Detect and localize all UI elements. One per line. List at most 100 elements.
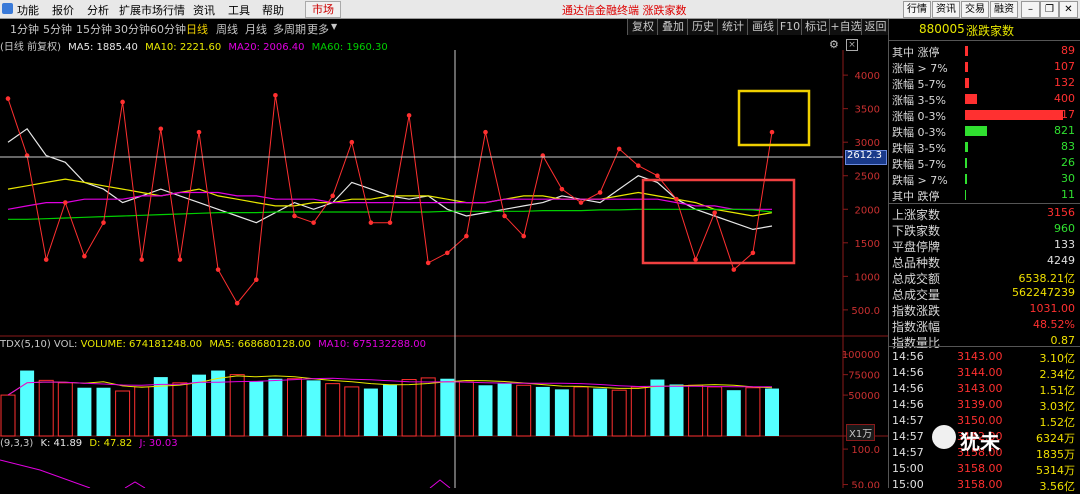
advance-count-point [483,129,488,135]
vol-tick-label: 50000 [848,391,880,402]
restore-icon[interactable]: ❐ [1040,1,1059,18]
stat-row: 总品种数 4249 [889,253,1080,270]
tick-price: 3139.00 [957,398,1003,411]
volume-bar [229,374,245,437]
tick-time: 14:57 [892,414,924,427]
period-weekly[interactable]: 周线 [216,21,238,37]
volume-bar [249,381,264,436]
period-multi[interactable]: 多周期 [273,21,306,37]
ma10-line [7,178,773,217]
tool-add-watch[interactable]: +自选 [829,19,862,35]
chevron-down-icon: ▼ [331,22,338,31]
menu-help[interactable]: 帮助 [262,2,284,18]
tick-row[interactable]: 15:00 3158.00 3.56亿 [889,477,1080,493]
tool-stats[interactable]: 统计 [717,19,748,35]
advance-count-point [5,96,11,101]
tool-history[interactable]: 历史 [687,19,718,35]
tick-amount: 2.34亿 [1039,368,1076,381]
advance-count-point [311,220,316,225]
stats-panel: 880005 涨跌家数 其中 涨停 89 涨幅 > 7% 107 涨幅 5-7% 132 涨… [888,19,1080,493]
volume-bar [440,378,455,436]
period-monthly[interactable]: 月线 [245,21,267,37]
advance-count-point [330,193,336,199]
up-row: 其中 涨停 89 [889,43,1080,59]
period-5min[interactable]: 5分钟 [43,21,72,37]
advance-count-point [234,300,240,306]
tick-time: 15:00 [892,462,924,475]
vol-tick-label: 75000 [848,371,880,382]
chart-area[interactable]: 4000 3500 3000 2500 2000 1500 1000 500.0 100000… [0,50,888,488]
tick-row[interactable]: 15:00 3158.00 5314万 [889,461,1080,477]
ma60-line [8,208,773,220]
menu-ext-market[interactable]: 扩展市场行情 [119,2,185,18]
advance-count-point [253,277,259,282]
crosshair-price-text: 2612.3 [847,150,882,161]
period-daily[interactable]: 日线 [186,21,208,37]
up-row: 涨幅 3-5% 400 [889,91,1080,107]
top-tab-quote[interactable]: 行情 [903,1,931,18]
close-icon[interactable]: ✕ [1059,1,1078,18]
tick-time: 14:57 [892,430,924,443]
tick-row[interactable]: 14:56 3143.00 1.51亿 [889,381,1080,397]
menu-function[interactable]: 功能 [17,2,39,18]
period-15min[interactable]: 15分钟 [76,21,112,37]
row-value: 83 [1061,140,1075,153]
row-label: 涨幅 3-5% [892,94,946,107]
market-button[interactable]: 市场 [305,1,341,18]
top-tab-trade[interactable]: 交易 [961,1,989,18]
period-30min[interactable]: 30分钟 [114,21,150,37]
period-1min[interactable]: 1分钟 [10,21,39,37]
tick-time: 14:56 [892,350,924,363]
up-bar [965,94,977,104]
advance-count-point [82,253,87,259]
tool-draw[interactable]: 画线 [747,19,778,35]
tool-mark[interactable]: 标记 [801,19,830,35]
stat-value: 133 [1054,238,1075,251]
stat-value: 3156 [1047,206,1075,219]
tool-back[interactable]: 返回 [861,19,889,35]
row-label: 涨幅 > 7% [892,62,948,75]
period-more[interactable]: 更多 [307,21,329,37]
kdj-j-line-3 [429,479,451,488]
kdj-tick-label: 50.00 [851,481,880,488]
top-tab-margin[interactable]: 融资 [990,1,1018,18]
row-label: 涨幅 5-7% [892,78,946,91]
tick-price: 3143.00 [957,382,1003,395]
row-label: 其中 涨停 [892,46,940,59]
volume-bar [593,388,608,436]
row-label: 跌幅 5-7% [892,158,946,171]
row-label: 跌幅 0-3% [892,126,946,139]
tick-row[interactable]: 14:56 3139.00 3.03亿 [889,397,1080,413]
volume-bar [669,384,684,436]
menu-bar: 功能 报价 分析 扩展市场行情 资讯 工具 帮助 市场 通达信金融终端 涨跌家数… [0,0,1080,19]
tick-price: 3143.00 [957,350,1003,363]
tick-row[interactable]: 14:56 3143.00 3.10亿 [889,349,1080,365]
top-tab-news[interactable]: 资讯 [932,1,960,18]
menu-analysis[interactable]: 分析 [87,2,109,18]
tool-f10[interactable]: F10 [777,19,802,35]
menu-tools[interactable]: 工具 [228,2,250,18]
minimize-icon[interactable]: – [1021,1,1040,18]
y-tick-label: 500.0 [851,306,880,317]
tick-amount: 1.52亿 [1039,416,1076,429]
volume-bar [268,378,283,436]
row-value: 132 [1054,76,1075,89]
tool-overlay[interactable]: 叠加 [657,19,688,35]
tick-time: 14:57 [892,446,924,459]
stat-row: 指数涨幅 48.52% [889,317,1080,334]
menu-quote[interactable]: 报价 [52,2,74,18]
advance-count-point [349,139,355,145]
period-60min[interactable]: 60分钟 [150,21,186,37]
app-logo-icon [2,3,13,14]
tick-amount: 3.10亿 [1039,352,1076,365]
volume-bar [134,386,150,437]
advance-count-point [387,220,393,225]
tool-adjust[interactable]: 复权 [627,19,658,35]
tick-row[interactable]: 14:56 3144.00 2.34亿 [889,365,1080,381]
volume-bar [573,386,589,437]
down-bar [965,190,966,200]
wechat-logo-icon [932,425,956,449]
menu-news[interactable]: 资讯 [193,2,215,18]
volume-bar [306,380,321,436]
advance-count-point [750,250,756,256]
